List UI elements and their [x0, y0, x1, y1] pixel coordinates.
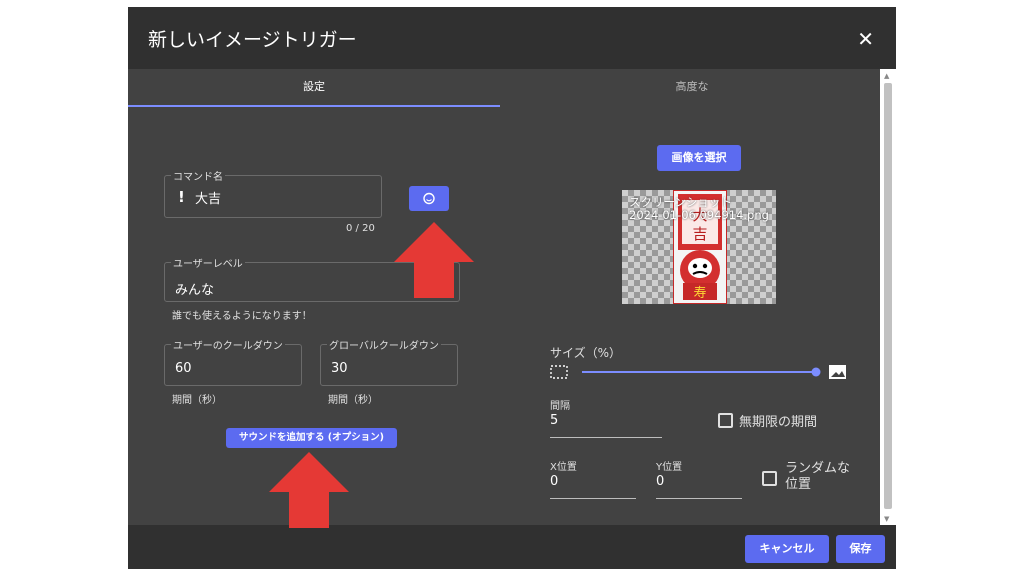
- tab-settings[interactable]: 設定: [128, 69, 500, 107]
- cancel-button[interactable]: キャンセル: [745, 535, 829, 563]
- command-prefix: !: [178, 188, 185, 206]
- add-sound-button[interactable]: サウンドを追加する (オプション): [226, 428, 397, 448]
- user-level-label: ユーザーレベル: [171, 255, 245, 270]
- vertical-scrollbar[interactable]: ▲ ▼: [880, 69, 896, 525]
- x-position-value: 0: [550, 474, 559, 489]
- user-level-value: みんな: [175, 283, 215, 298]
- close-icon[interactable]: ✕: [857, 27, 874, 51]
- size-slider[interactable]: [550, 363, 850, 383]
- tab-advanced[interactable]: 高度な: [504, 69, 880, 105]
- interval-field[interactable]: 間隔 5: [550, 397, 662, 438]
- save-button[interactable]: 保存: [836, 535, 885, 563]
- y-position-field[interactable]: Y位置 0: [656, 458, 742, 499]
- user-cooldown-field[interactable]: ユーザーのクールダウン 60: [164, 337, 302, 386]
- random-position-checkbox[interactable]: [762, 471, 777, 486]
- scroll-up-icon[interactable]: ▲: [884, 72, 889, 80]
- x-position-field[interactable]: X位置 0: [550, 458, 636, 499]
- random-position-label-line1: ランダムな: [785, 461, 851, 476]
- user-level-hint: 誰でも使えるようになります！: [172, 311, 312, 322]
- image-filename: スクリーンショット 2024-01-06 094914.png: [629, 196, 769, 222]
- y-position-value: 0: [656, 474, 665, 489]
- unlimited-checkbox[interactable]: [718, 413, 733, 428]
- scroll-down-icon[interactable]: ▼: [884, 515, 889, 523]
- command-name-label: コマンド名: [171, 168, 225, 183]
- x-position-label: X位置: [550, 462, 577, 473]
- annotation-arrow-up-2: [269, 452, 349, 528]
- smiley-icon: [423, 192, 435, 205]
- dialog-title: 新しいイメージトリガー: [148, 29, 357, 51]
- interval-label: 間隔: [550, 401, 570, 412]
- random-position-label: ランダムな 位置: [785, 461, 850, 493]
- image-trigger-dialog: 新しいイメージトリガー ✕ 設定 高度な コマンド名 ! 大吉 0 / 20 ユ…: [128, 7, 896, 569]
- global-cooldown-label: グローバルクールダウン: [327, 337, 441, 352]
- global-cooldown-value: 30: [331, 361, 348, 376]
- size-label: サイズ（%）: [550, 346, 622, 360]
- annotation-arrow-up-1: [394, 222, 474, 298]
- user-cooldown-hint: 期間（秒）: [172, 395, 222, 406]
- svg-text:寿: 寿: [693, 286, 706, 301]
- command-name-field[interactable]: コマンド名 ! 大吉: [164, 168, 382, 218]
- y-position-label: Y位置: [656, 462, 683, 473]
- interval-value: 5: [550, 413, 559, 428]
- settings-panel: コマンド名 ! 大吉 0 / 20 ユーザーレベル みんな 誰でも使えるようにな…: [128, 107, 880, 525]
- command-name-value: 大吉: [195, 192, 222, 207]
- command-name-counter: 0 / 20: [346, 223, 375, 234]
- tab-bar: 設定 高度な: [128, 69, 880, 107]
- random-position-label-line2: 位置: [785, 477, 812, 492]
- emoji-button[interactable]: [409, 186, 449, 211]
- user-cooldown-label: ユーザーのクールダウン: [171, 337, 285, 352]
- select-image-button[interactable]: 画像を選択: [657, 145, 741, 171]
- user-cooldown-value: 60: [175, 361, 192, 376]
- unlimited-label: 無期限の期間: [739, 415, 818, 430]
- global-cooldown-hint: 期間（秒）: [328, 395, 378, 406]
- slider-thumb: [811, 367, 821, 377]
- global-cooldown-field[interactable]: グローバルクールダウン 30: [320, 337, 458, 386]
- image-filename-line2: 2024-01-06 094914.png: [629, 208, 769, 222]
- dialog-header: 新しいイメージトリガー ✕: [128, 7, 896, 69]
- image-preview: 大 吉 寿 スクリーンショット 2024-01-06 094914.png: [622, 190, 776, 304]
- dialog-footer: キャンセル 保存: [128, 525, 896, 569]
- small-image-icon: [550, 365, 568, 379]
- scroll-thumb[interactable]: [884, 83, 892, 509]
- svg-text:吉: 吉: [692, 225, 707, 243]
